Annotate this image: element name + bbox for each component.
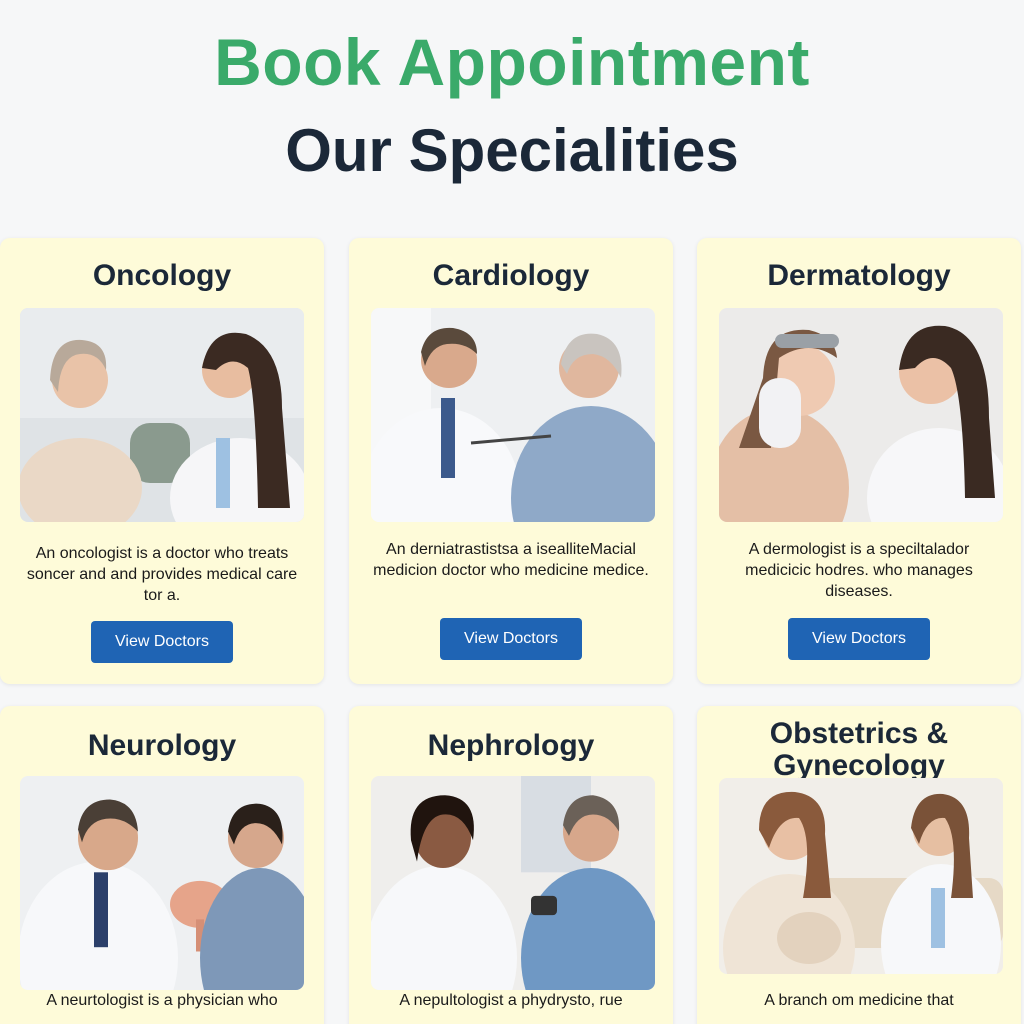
speciality-description: An oncologist is a doctor who treats son… <box>26 545 298 604</box>
speciality-card-obstetrics-gynecology: Obstetrics & Gynecology A branch om medi… <box>697 706 1021 1024</box>
section-heading: Our Specialities <box>285 117 739 184</box>
speciality-card-cardiology: Cardiology An derniatrastistsa a isealli… <box>349 238 673 684</box>
speciality-title: Nephrology <box>427 729 595 762</box>
speciality-title: Dermatology <box>767 259 951 292</box>
dermatology-photo <box>719 308 1003 522</box>
speciality-title: Cardiology <box>432 259 590 292</box>
speciality-card-oncology: Oncology An oncologist is a doctor who t… <box>0 238 324 684</box>
speciality-card-neurology: Neurology A neurtologist is a physician … <box>0 706 324 1024</box>
speciality-description: A neurtologist is a physician who <box>46 992 278 1009</box>
speciality-card-dermatology: Dermatology A dermologist is a speciltal… <box>697 238 1021 684</box>
speciality-description: An derniatrastistsa a isealliteMacial me… <box>373 541 649 579</box>
speciality-card-nephrology: Nephrology A nepultologist a phydrysto, … <box>349 706 673 1024</box>
speciality-title: Oncology <box>92 259 232 292</box>
speciality-description: A nepultologist a phydrysto, rue <box>399 992 623 1009</box>
view-doctors-button[interactable]: View Doctors <box>440 618 582 660</box>
speciality-title: Neurology <box>87 729 237 762</box>
neurology-photo <box>20 776 304 990</box>
cardiology-photo <box>371 308 655 522</box>
obstetrics-photo <box>719 778 1003 974</box>
page-title: Book Appointment <box>214 25 810 99</box>
speciality-title: Obstetrics & Gynecology <box>769 717 949 782</box>
view-doctors-button[interactable]: View Doctors <box>91 621 233 663</box>
oncology-photo <box>20 308 304 522</box>
nephrology-photo <box>371 776 655 990</box>
view-doctors-button[interactable]: View Doctors <box>788 618 930 660</box>
speciality-description: A branch om medicine that <box>764 992 954 1009</box>
speciality-description: A dermologist is a speciltalador medicic… <box>745 541 973 600</box>
